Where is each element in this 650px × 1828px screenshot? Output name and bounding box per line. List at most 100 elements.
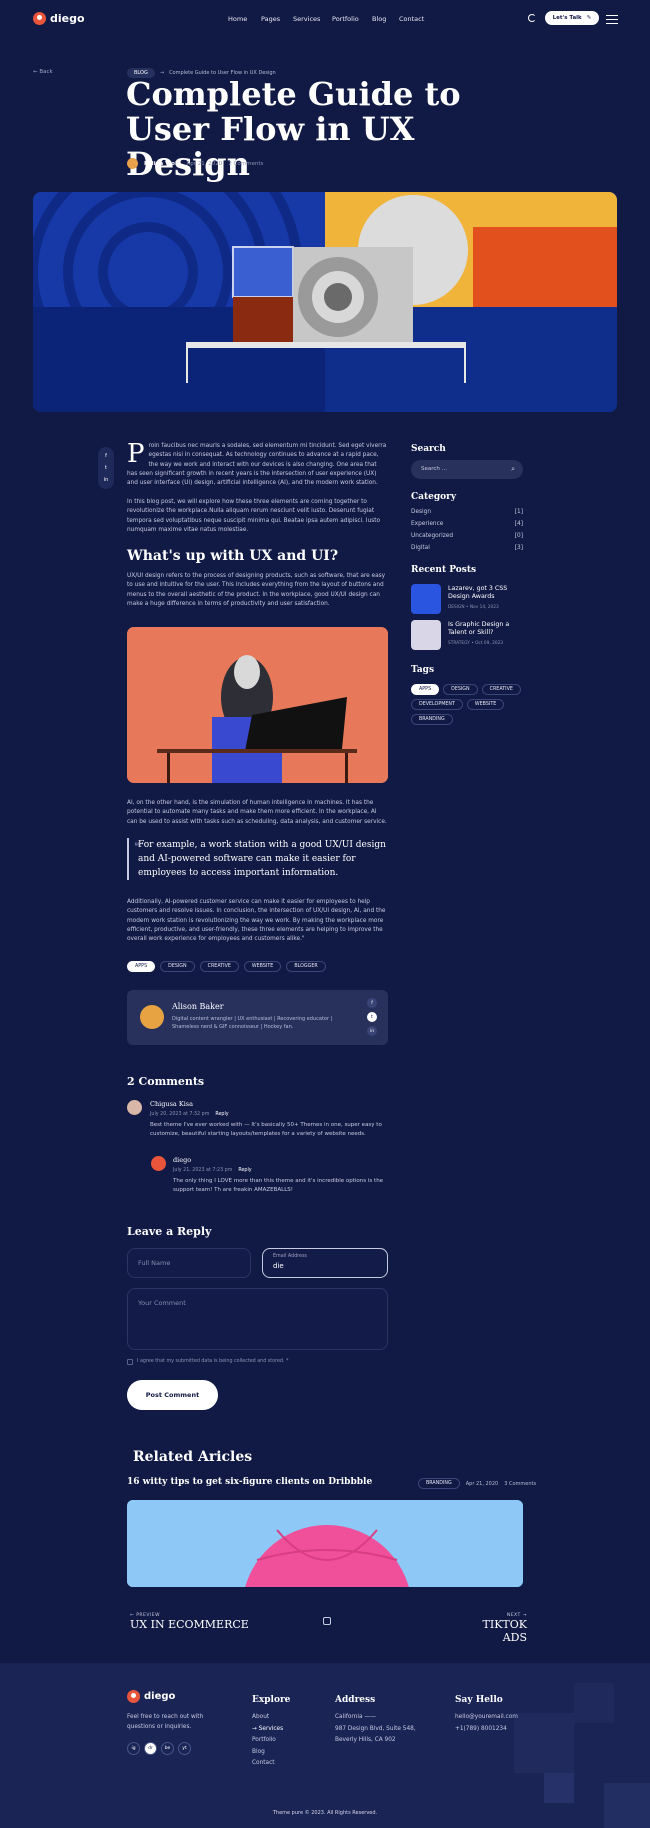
recent-post[interactable]: Lazarev, got 3 CSS Design Awards DESIGN … — [411, 584, 523, 616]
back-link[interactable]: ← Back — [33, 69, 53, 75]
comment-date: July 20, 2023 at 7:32 pm — [150, 1112, 210, 1117]
footer-link-portfolio[interactable]: Portfolio — [252, 1735, 283, 1747]
tag-development[interactable]: DEVELOPMENT — [411, 699, 463, 710]
linkedin-icon[interactable]: in — [104, 477, 109, 483]
article-quote: For example, a work station with a good … — [127, 838, 388, 880]
related-post-date: Apr 21, 2020 — [465, 1480, 499, 1487]
footer-logo[interactable]: diego — [127, 1690, 175, 1703]
footer-phone[interactable]: +1(789) 8001234 — [455, 1724, 518, 1736]
nav-contact[interactable]: Contact — [399, 15, 424, 23]
category-count: [0] — [514, 533, 523, 539]
instagram-icon[interactable]: ig — [127, 1742, 140, 1755]
footer-decoration — [604, 1783, 650, 1828]
article-tags: APPS DESIGN CREATIVE WEBSITE BLOGGER — [127, 961, 326, 972]
category-name: Experience — [411, 521, 444, 527]
next-title: TIKTOK ADS — [482, 1618, 527, 1644]
address-line: Beverly Hills, CA 902 — [335, 1737, 396, 1743]
email-field[interactable]: Email Address die — [262, 1248, 388, 1278]
category-item[interactable]: Experience [4] — [411, 521, 523, 527]
search-icon[interactable]: ⌕ — [511, 465, 515, 474]
tag-website[interactable]: WEBSITE — [243, 961, 282, 972]
tag-website[interactable]: WEBSITE — [466, 699, 505, 710]
category-item[interactable]: Design [1] — [411, 509, 523, 515]
dribbble-icon[interactable]: dr — [144, 1742, 157, 1755]
tag-creative[interactable]: CREATIVE — [199, 961, 239, 972]
footer-link-about[interactable]: About — [252, 1712, 283, 1724]
comment-item: Chigusa Kisa July 20, 2023 at 7:32 pm Re… — [127, 1100, 388, 1140]
author-facebook-icon[interactable]: f — [367, 998, 377, 1008]
tag-apps[interactable]: APPS — [127, 961, 156, 972]
footer-link-services-row[interactable]: → Services — [252, 1724, 283, 1736]
reply-link[interactable]: Reply — [215, 1112, 228, 1117]
category-item[interactable]: Uncategorized [0] — [411, 533, 523, 539]
dark-mode-icon[interactable] — [528, 14, 536, 22]
lets-talk-button[interactable]: Let's Talk ✎ — [545, 11, 599, 25]
consent-checkbox[interactable] — [127, 1359, 133, 1365]
footer-email[interactable]: hello@youremail.com — [455, 1712, 518, 1724]
category-name: Uncategorized — [411, 533, 454, 539]
footer-link-contact[interactable]: Contact — [252, 1758, 283, 1770]
footer-social: ig dr be yt — [127, 1742, 191, 1755]
author-twitter-icon[interactable]: t — [367, 1012, 377, 1022]
logo[interactable]: diego — [33, 12, 85, 25]
category-item[interactable]: Digital [3] — [411, 545, 523, 551]
footer-blurb: Feel free to reach out with questions or… — [127, 1714, 204, 1730]
related-post-comments[interactable]: 3 Comments — [504, 1481, 536, 1487]
next-post-link[interactable]: NEXT → TIKTOK ADS — [463, 1613, 527, 1644]
footer: diego Feel free to reach out with questi… — [0, 1663, 650, 1828]
footer-decoration — [574, 1683, 614, 1723]
prev-post-link[interactable]: ← PREVIEW UX IN ECOMMERCE — [130, 1613, 249, 1631]
copyright: Theme pure © 2023. All Rights Reserved. — [272, 1810, 378, 1816]
author-box-name[interactable]: Alison Baker — [172, 1002, 224, 1011]
category-count: [4] — [514, 521, 523, 527]
post-comment-button[interactable]: Post Comment — [127, 1380, 218, 1410]
full-name-field[interactable]: Full Name — [127, 1248, 251, 1278]
tag-apps[interactable]: APPS — [411, 684, 440, 695]
footer-decoration — [514, 1713, 574, 1773]
nav-portfolio[interactable]: Portfolio — [332, 15, 359, 23]
comments-count[interactable]: 2 Comments — [228, 161, 263, 167]
youtube-icon[interactable]: yt — [178, 1742, 191, 1755]
related-post-meta: BRANDING Apr 21, 2020 3 Comments — [418, 1478, 536, 1489]
search-placeholder: Search ... — [421, 466, 447, 472]
consent-label: I agree that my submitted data is being … — [137, 1359, 289, 1364]
article-paragraph-3: UX/UI design refers to the process of de… — [127, 573, 386, 607]
tag-branding[interactable]: BRANDING — [411, 714, 453, 725]
nav-services[interactable]: Services — [293, 15, 320, 23]
article-paragraph-1: roin faucibus nec mauris a sodales, sed … — [127, 443, 387, 487]
comment-avatar — [151, 1156, 166, 1171]
recent-post[interactable]: Is Graphic Design a Talent or Skill? STR… — [411, 620, 523, 652]
twitter-icon[interactable]: t — [105, 465, 107, 471]
tag-design[interactable]: DESIGN — [443, 684, 478, 695]
related-heading: Related Aricles — [133, 1449, 253, 1465]
facebook-icon[interactable]: f — [105, 453, 107, 459]
nav-pages[interactable]: Pages — [261, 15, 280, 23]
search-heading: Search — [411, 444, 446, 454]
comment-item-reply: diego July 21, 2023 at 7:23 pm Reply The… — [151, 1156, 388, 1196]
footer-link-services: Services — [258, 1725, 284, 1732]
nav-blog[interactable]: Blog — [372, 15, 386, 23]
email-label: Email Address — [273, 1254, 307, 1259]
author-name[interactable]: Polina Viola — [144, 161, 181, 167]
search-input[interactable]: Search ... ⌕ — [411, 460, 523, 479]
explore-heading: Explore — [252, 1695, 291, 1705]
recent-post-title: Is Graphic Design a Talent or Skill? — [448, 621, 510, 636]
tag-design[interactable]: DESIGN — [160, 961, 195, 972]
author-box: Alison Baker Digital content wrangler | … — [127, 990, 388, 1045]
logo-icon — [33, 12, 46, 25]
nav-home[interactable]: Home — [228, 15, 247, 23]
related-post-image[interactable] — [127, 1500, 523, 1587]
hero-image — [33, 192, 617, 412]
menu-icon[interactable] — [606, 15, 618, 26]
related-post-tag[interactable]: BRANDING — [418, 1478, 460, 1489]
behance-icon[interactable]: be — [161, 1742, 174, 1755]
category-name: Digital — [411, 545, 430, 551]
tag-creative[interactable]: CREATIVE — [481, 684, 521, 695]
grid-icon[interactable] — [323, 1617, 331, 1625]
tag-blogger[interactable]: BLOGGER — [286, 961, 326, 972]
comment-field[interactable]: Your Comment — [127, 1288, 388, 1350]
related-post-title[interactable]: 16 witty tips to get six-figure clients … — [127, 1477, 372, 1487]
reply-link[interactable]: Reply — [238, 1168, 251, 1173]
footer-link-blog[interactable]: Blog — [252, 1747, 283, 1759]
author-linkedin-icon[interactable]: in — [367, 1026, 377, 1036]
